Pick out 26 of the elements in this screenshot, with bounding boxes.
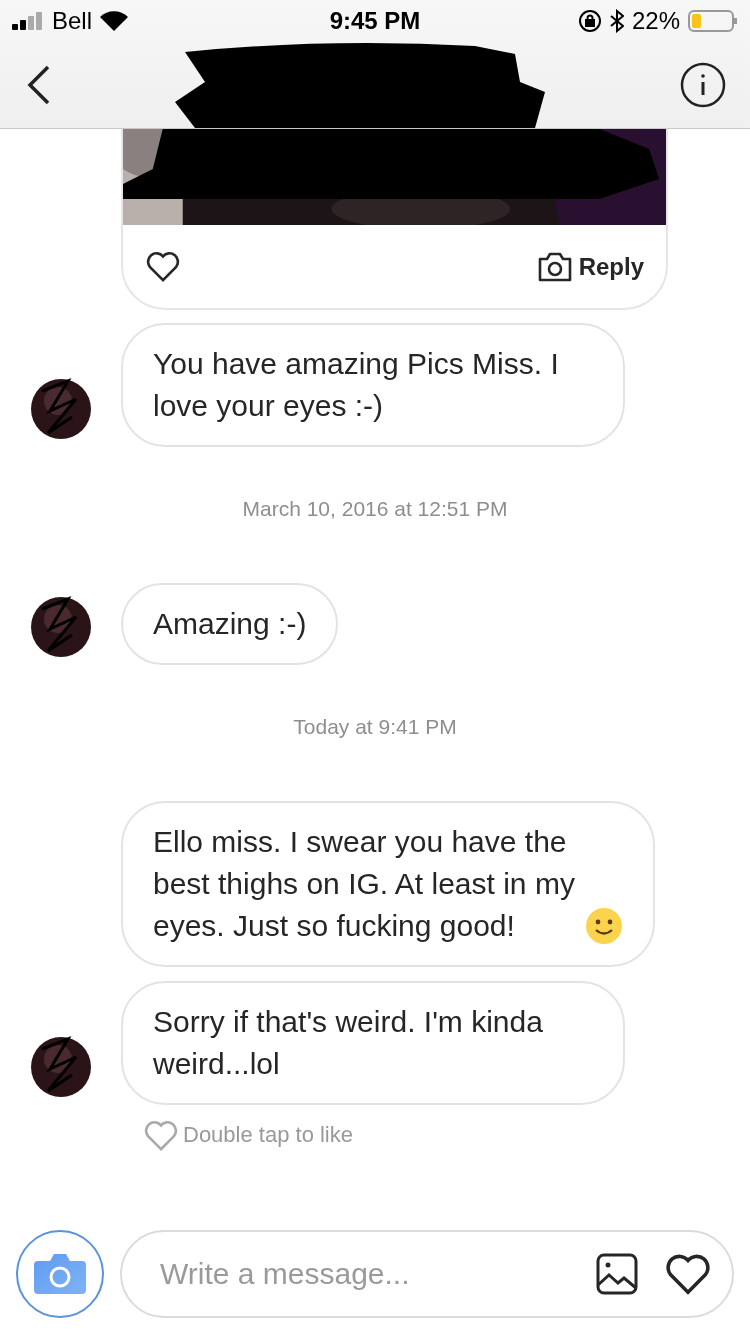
signal-icon	[12, 12, 44, 30]
gallery-icon[interactable]	[596, 1253, 638, 1295]
status-time: 9:45 PM	[329, 7, 421, 35]
shared-post-card[interactable]: Reply	[121, 129, 668, 310]
message-bubble: Ello miss. I swear you have the best thighs on IG. At least in my eyes. Just so fucking good!	[121, 801, 655, 967]
message-bubble: Amazing :-)	[121, 583, 339, 665]
timestamp: March 10, 2016 at 12:51 PM	[241, 497, 509, 521]
timestamp: Today at 9:41 PM	[292, 715, 458, 739]
like-icon[interactable]	[664, 1252, 712, 1296]
back-icon[interactable]	[26, 65, 50, 105]
battery-icon	[688, 10, 738, 32]
like-hint: Double tap to like	[183, 1122, 353, 1149]
message-bubble: Sorry if that's weird. I'm kinda weird...lol	[121, 981, 625, 1105]
message-composer[interactable]: Write a message...	[120, 1230, 734, 1318]
like-icon[interactable]	[145, 250, 181, 283]
reply-button[interactable]: Reply	[536, 250, 644, 283]
rotation-lock-icon	[577, 9, 602, 33]
battery-percent: 22%	[631, 7, 680, 35]
camera-icon	[536, 250, 573, 283]
wifi-icon	[100, 11, 129, 31]
carrier-name: Bell	[52, 7, 93, 35]
info-icon[interactable]	[680, 62, 726, 108]
smiley-icon	[585, 907, 623, 945]
bluetooth-icon	[609, 9, 624, 33]
camera-icon	[34, 1252, 86, 1296]
message-bubble: You have amazing Pics Miss. I love your eyes :-)	[121, 323, 625, 447]
